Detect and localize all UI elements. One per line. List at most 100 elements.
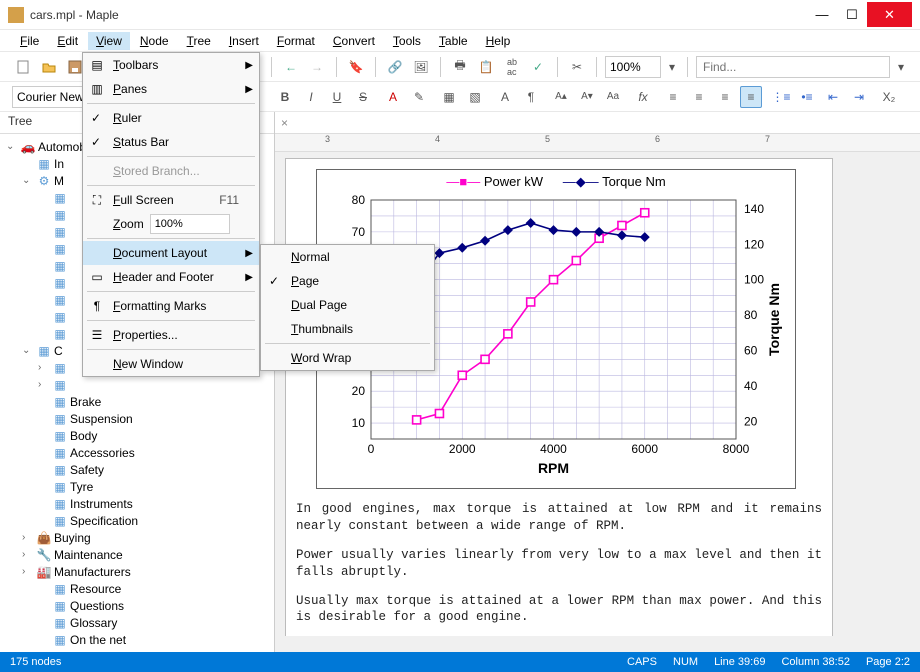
italic-button[interactable]: I xyxy=(300,86,322,108)
numbered-list-icon[interactable]: ⋮≡ xyxy=(770,86,792,108)
spellcheck-icon[interactable]: ✓ xyxy=(527,56,549,78)
task-icon[interactable]: 📋 xyxy=(475,56,497,78)
shading-icon[interactable]: ▧ xyxy=(464,86,486,108)
bold-button[interactable]: B xyxy=(274,86,296,108)
print-icon[interactable]: 🖶 xyxy=(449,56,471,78)
image-icon[interactable]: 🖼 xyxy=(410,56,432,78)
bookmark-icon[interactable]: 🔖 xyxy=(345,56,367,78)
menu-edit[interactable]: Edit xyxy=(49,32,86,50)
tree-node[interactable]: ▦Instruments xyxy=(0,495,274,512)
find-dropdown-icon[interactable]: ▾ xyxy=(894,56,908,78)
layout-thumbnails[interactable]: Thumbnails xyxy=(261,317,434,341)
tree-node[interactable]: ▦Suspension xyxy=(0,410,274,427)
menu-item-properties-[interactable]: ☰Properties... xyxy=(83,323,259,347)
tree-node[interactable]: ▦On the net xyxy=(0,631,274,648)
tree-node[interactable]: ▦Specification xyxy=(0,512,274,529)
paragraph: Power usually varies linearly from very … xyxy=(296,547,822,581)
tree-node[interactable]: ▦Accessories xyxy=(0,444,274,461)
close-button[interactable]: ✕ xyxy=(867,2,912,27)
status-num: NUM xyxy=(673,656,698,668)
outdent-icon[interactable]: ⇤ xyxy=(822,86,844,108)
tree-node[interactable]: ›👜Buying xyxy=(0,529,274,546)
view-menu-dropdown[interactable]: ▤Toolbars▶▥Panes▶✓Ruler✓Status BarStored… xyxy=(82,52,260,377)
tree-node[interactable]: ▦Body xyxy=(0,427,274,444)
menu-node[interactable]: Node xyxy=(132,32,177,50)
bullet-list-icon[interactable]: •≡ xyxy=(796,86,818,108)
clear-format-icon[interactable]: X₂ xyxy=(878,86,900,108)
tree-node[interactable]: ▦Resource xyxy=(0,580,274,597)
menu-item-document-layout[interactable]: Document Layout▶ xyxy=(83,241,259,265)
menu-insert[interactable]: Insert xyxy=(221,32,267,50)
layout-page[interactable]: ✓Page xyxy=(261,269,434,293)
menu-help[interactable]: Help xyxy=(478,32,519,50)
indent-icon[interactable]: ⇥ xyxy=(848,86,870,108)
layout-normal[interactable]: Normal xyxy=(261,245,434,269)
align-left-icon[interactable]: ≡ xyxy=(662,86,684,108)
menu-item-full-screen[interactable]: ⛶Full ScreenF11 xyxy=(83,188,259,212)
tree-node[interactable]: ▦Glossary xyxy=(0,614,274,631)
menu-item-new-window[interactable]: New Window xyxy=(83,352,259,376)
tab-close-icon[interactable]: × xyxy=(281,116,288,130)
grow-font-icon[interactable]: A▴ xyxy=(550,86,572,108)
align-right-icon[interactable]: ≡ xyxy=(714,86,736,108)
document-layout-submenu[interactable]: Normal✓PageDual PageThumbnails Word Wrap xyxy=(260,244,435,371)
layout-word-wrap[interactable]: Word Wrap xyxy=(261,346,434,370)
tree-node[interactable]: ▦Questions xyxy=(0,597,274,614)
new-icon[interactable] xyxy=(12,56,34,78)
horizontal-scrollbar[interactable] xyxy=(275,636,904,652)
ruler[interactable]: 34567 xyxy=(275,134,920,152)
tree-node[interactable]: ▦Safety xyxy=(0,461,274,478)
back-icon[interactable]: ← xyxy=(280,56,302,78)
shrink-font-icon[interactable]: A▾ xyxy=(576,86,598,108)
status-caps: CAPS xyxy=(627,656,657,668)
menu-view[interactable]: View xyxy=(88,32,130,50)
menu-tools[interactable]: Tools xyxy=(385,32,429,50)
replace-icon[interactable]: abac xyxy=(501,56,523,78)
menu-table[interactable]: Table xyxy=(431,32,476,50)
menu-file[interactable]: File xyxy=(12,32,47,50)
para-style-icon[interactable]: ¶ xyxy=(520,86,542,108)
menu-item-panes[interactable]: ▥Panes▶ xyxy=(83,77,259,101)
zoom-input[interactable] xyxy=(150,214,230,234)
font-color-icon[interactable]: A xyxy=(382,86,404,108)
menu-format[interactable]: Format xyxy=(269,32,323,50)
menu-item-status-bar[interactable]: ✓Status Bar xyxy=(83,130,259,154)
tree-node[interactable]: ›▦ xyxy=(0,376,274,393)
layout-dual-page[interactable]: Dual Page xyxy=(261,293,434,317)
vertical-scrollbar[interactable] xyxy=(904,152,920,636)
forward-icon[interactable]: → xyxy=(306,56,328,78)
document-canvas[interactable]: —■— Power kW —◆— Torque Nm 0200040006000… xyxy=(275,152,920,652)
menu-item-formatting-marks[interactable]: ¶Formatting Marks xyxy=(83,294,259,318)
menu-item-ruler[interactable]: ✓Ruler xyxy=(83,106,259,130)
change-case-icon[interactable]: Aa xyxy=(602,86,624,108)
maximize-button[interactable]: ☐ xyxy=(837,2,867,27)
open-icon[interactable] xyxy=(38,56,60,78)
formula-icon[interactable]: fx xyxy=(632,86,654,108)
tree-node[interactable]: ▦Tyre xyxy=(0,478,274,495)
tree-node[interactable]: ▦Brake xyxy=(0,393,274,410)
tree-node[interactable]: ▦Toys xyxy=(0,648,274,652)
find-input[interactable] xyxy=(696,56,890,78)
underline-button[interactable]: U xyxy=(326,86,348,108)
menu-item-toolbars[interactable]: ▤Toolbars▶ xyxy=(83,53,259,77)
minimize-button[interactable]: — xyxy=(807,2,837,27)
strike-button[interactable]: S xyxy=(352,86,374,108)
menu-item-zoom[interactable]: Zoom xyxy=(83,212,259,236)
zoom-dropdown-icon[interactable]: ▾ xyxy=(665,56,679,78)
zoom-combo[interactable] xyxy=(605,56,661,78)
menu-tree[interactable]: Tree xyxy=(179,32,219,50)
style-icon[interactable]: A xyxy=(494,86,516,108)
svg-text:80: 80 xyxy=(744,308,758,322)
cut-icon[interactable]: ✂ xyxy=(566,56,588,78)
link-icon[interactable]: 🔗 xyxy=(384,56,406,78)
body-text: In good engines, max torque is attained … xyxy=(296,501,822,626)
tree-node[interactable]: ›🔧Maintenance xyxy=(0,546,274,563)
tree-node[interactable]: ›🏭Manufacturers xyxy=(0,563,274,580)
document-area: × 34567 —■— Power kW —◆— Torque Nm 02000… xyxy=(275,112,920,652)
align-justify-icon[interactable]: ≡ xyxy=(740,86,762,108)
align-center-icon[interactable]: ≡ xyxy=(688,86,710,108)
borders-icon[interactable]: ▦ xyxy=(438,86,460,108)
menu-convert[interactable]: Convert xyxy=(325,32,383,50)
highlight-icon[interactable]: ✎ xyxy=(408,86,430,108)
menu-item-header-and-footer[interactable]: ▭Header and Footer▶ xyxy=(83,265,259,289)
